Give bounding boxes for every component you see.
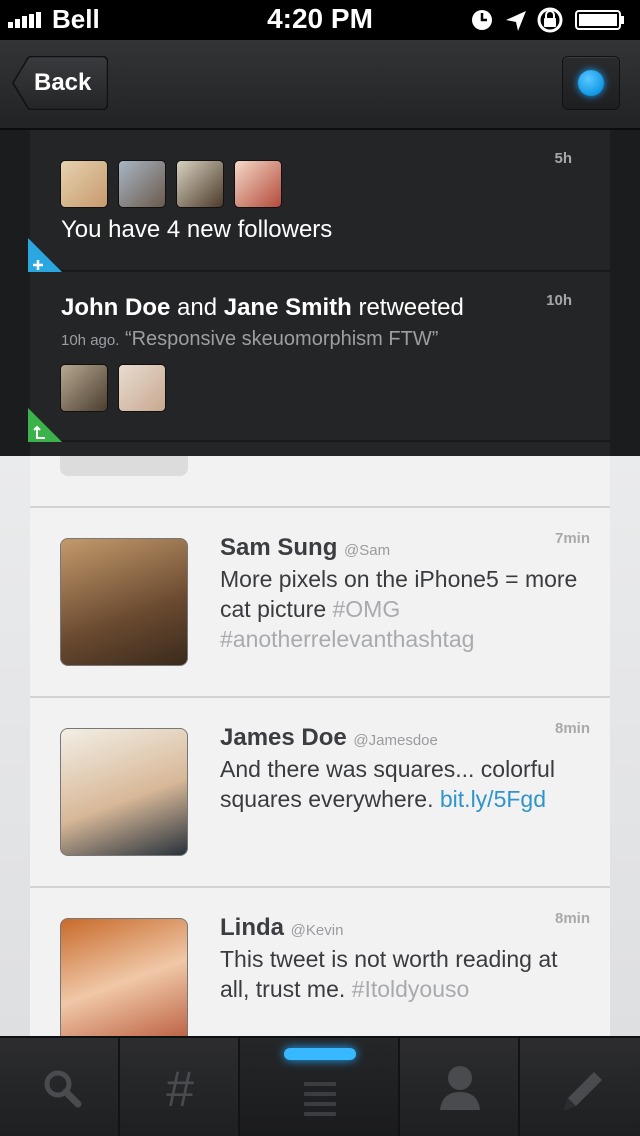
hashtag[interactable]: #Itoldyouso <box>352 976 470 1002</box>
status-icons <box>472 7 624 33</box>
follower-avatar <box>118 160 166 208</box>
retweet-conjunction: and <box>170 294 224 321</box>
tweet-author[interactable]: Linda @Kevin <box>220 914 343 942</box>
retweet-icon <box>28 408 62 442</box>
tweet-time: 7min <box>554 530 590 547</box>
follower-avatar <box>234 160 282 208</box>
tweet-partial <box>30 456 610 508</box>
tweet-text: This tweet is not worth reading at all, … <box>220 944 590 1004</box>
tweet-handle: @Jamesdoe <box>353 732 438 749</box>
compose-icon <box>564 1072 602 1110</box>
active-tab-indicator <box>284 1048 356 1060</box>
hashtag[interactable]: #anotherrelevanthashtag <box>220 626 474 652</box>
follower-avatar <box>60 160 108 208</box>
tab-bar: # <box>0 1036 640 1136</box>
tweet-author-name: Sam Sung <box>220 534 338 561</box>
plus-icon <box>28 238 62 272</box>
tweet-handle: @Kevin <box>290 922 344 939</box>
tab-hashtags[interactable]: # <box>120 1038 240 1136</box>
retweet-headline: John Doe and Jane Smith retweeted <box>61 294 464 322</box>
tweet-author-name: James Doe <box>220 724 347 751</box>
tweet-author-name: Linda <box>220 914 284 941</box>
back-button[interactable]: Back <box>12 56 108 110</box>
tweet-author[interactable]: Sam Sung @Sam <box>220 534 390 562</box>
retweet-subline: 10h ago. “Responsive skeuomorphism FTW” <box>61 328 438 351</box>
tweet-text: And there was squares... colorful square… <box>220 754 590 814</box>
status-bar: Bell 4:20 PM <box>0 0 640 40</box>
tweet-item[interactable]: Linda @Kevin This tweet is not worth rea… <box>30 888 610 1036</box>
profile-icon <box>440 1066 480 1110</box>
notification-text: You have 4 new followers <box>61 216 333 243</box>
retweet-action: retweeted <box>351 294 464 321</box>
retweeter-avatar <box>118 364 166 412</box>
notifications-panel: You have 4 new followers 5h John Doe and… <box>28 130 610 460</box>
blue-dot-icon <box>578 70 604 96</box>
rotation-lock-icon <box>537 7 563 33</box>
tweet-avatar[interactable] <box>60 918 188 1036</box>
tweet-avatar[interactable] <box>60 538 188 666</box>
tweet-item[interactable]: Sam Sung @Sam More pixels on the iPhone5… <box>30 508 610 698</box>
notification-retweet[interactable]: John Doe and Jane Smith retweeted 10h ag… <box>28 272 610 442</box>
notification-time: 5h <box>554 150 572 167</box>
tweet-avatar[interactable] <box>60 728 188 856</box>
hashtag-icon: # <box>166 1061 194 1117</box>
tab-search[interactable] <box>0 1038 120 1136</box>
tweet-time: 8min <box>554 720 590 737</box>
tweet-time: 8min <box>554 910 590 927</box>
tweet-link[interactable]: bit.ly/5Fgd <box>440 786 546 812</box>
tweet-handle: @Sam <box>344 542 391 559</box>
hashtag[interactable]: #OMG <box>333 596 401 622</box>
alarm-icon <box>472 10 492 30</box>
follower-avatar <box>176 160 224 208</box>
navigation-bar: Back <box>0 40 640 130</box>
battery-icon <box>575 10 624 30</box>
notification-time: 10h <box>546 292 572 309</box>
location-icon <box>506 11 526 31</box>
timeline: Sam Sung @Sam More pixels on the iPhone5… <box>0 456 640 1036</box>
notification-followers[interactable]: You have 4 new followers 5h <box>28 130 610 272</box>
partial-avatar <box>60 456 188 476</box>
back-button-label: Back <box>34 69 92 96</box>
tweet-text: More pixels on the iPhone5 = more cat pi… <box>220 564 590 654</box>
tweet-author[interactable]: James Doe @Jamesdoe <box>220 724 438 752</box>
retweet-quote: “Responsive skeuomorphism FTW” <box>119 328 439 350</box>
search-icon <box>44 1070 82 1108</box>
retweet-user-2[interactable]: Jane Smith <box>224 294 352 321</box>
tweet-item[interactable]: James Doe @Jamesdoe And there was square… <box>30 698 610 888</box>
retweeter-avatar <box>60 364 108 412</box>
tab-compose[interactable] <box>520 1038 640 1136</box>
retweet-ago: 10h ago. <box>61 332 120 349</box>
retweet-user-1[interactable]: John Doe <box>61 294 170 321</box>
status-indicator-button[interactable] <box>562 56 620 110</box>
tab-profile[interactable] <box>400 1038 520 1136</box>
